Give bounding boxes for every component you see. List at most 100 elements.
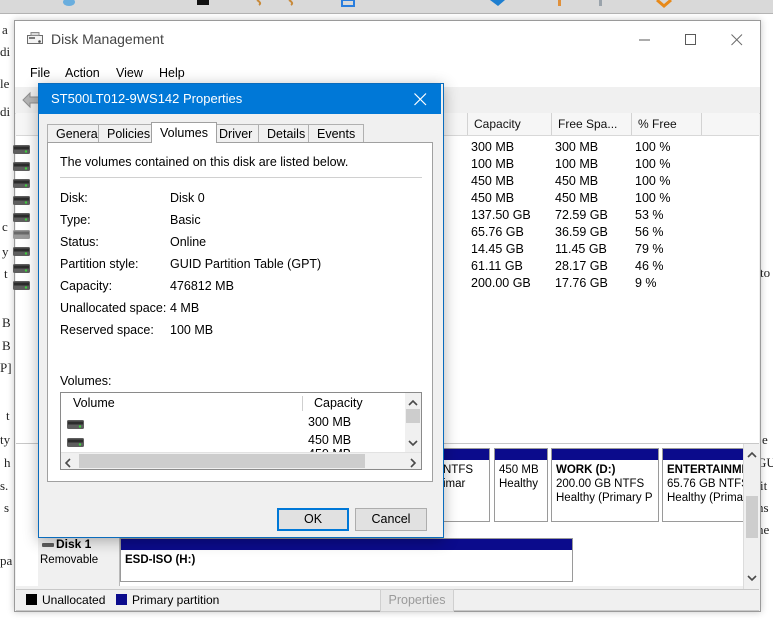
label-unallocated-space: Unallocated space: [60, 301, 167, 315]
properties-button[interactable]: Properties [380, 589, 454, 612]
partial-icon-1 [62, 0, 76, 11]
chevron-up-icon[interactable] [747, 448, 757, 462]
value-type: Basic [170, 213, 201, 227]
partition-1-line3: Healthy [499, 478, 538, 490]
partial-icon-2 [196, 0, 210, 11]
chevron-left-icon[interactable] [64, 457, 72, 471]
window-title: Disk Management [51, 31, 164, 47]
volume-icon [13, 160, 30, 171]
tab-events[interactable]: Events [308, 124, 365, 143]
vl-col-volume[interactable]: Volume [67, 393, 115, 413]
volume-icon [13, 262, 30, 273]
volume-icon [13, 177, 30, 188]
minimize-button[interactable] [622, 21, 668, 59]
cancel-button[interactable]: Cancel [355, 508, 427, 531]
chevron-right-icon[interactable] [409, 457, 417, 471]
volume-icon [67, 436, 84, 447]
browser-toolbar-strip [0, 0, 773, 14]
partial-icon-8 [597, 0, 611, 11]
disk-properties-dialog: ST500LT012-9WS142 Properties General Pol… [38, 83, 454, 612]
dialog-close-button[interactable] [401, 84, 441, 114]
disk-1-name: Disk 1 [56, 537, 92, 551]
chevron-down-icon[interactable] [408, 436, 418, 450]
partition-0-line2: NTFS [443, 464, 474, 476]
volume-icon [13, 228, 30, 239]
menu-action[interactable]: Action [58, 64, 107, 82]
chevron-down-icon[interactable] [747, 571, 757, 585]
col-blank[interactable] [702, 113, 759, 135]
title-bar[interactable]: Disk Management [15, 21, 760, 59]
partial-icon-3 [254, 0, 268, 11]
tab-driver[interactable]: Driver [210, 124, 262, 143]
divider [60, 177, 422, 178]
partition-bar [495, 449, 547, 460]
disk-1-info: Disk 1 Removable [38, 537, 120, 586]
ok-button[interactable]: OK [277, 508, 349, 531]
volume-icon [13, 143, 30, 154]
menu-file[interactable]: File [23, 64, 57, 82]
partition-1-line2: 450 MB [499, 464, 539, 476]
removable-disk-icon [42, 540, 54, 552]
partial-icon-5 [341, 0, 355, 11]
value-disk: Disk 0 [170, 191, 205, 205]
volumes-label: Volumes: [60, 374, 112, 388]
partition-esd-iso-name: ESD-ISO (H:) [125, 554, 196, 566]
tab-details[interactable]: Details [258, 124, 315, 143]
disk-1-partitions: ESD-ISO (H:) [120, 538, 690, 582]
volumes-listview-header: Volume Capacity [61, 393, 421, 413]
chevron-up-icon[interactable] [408, 396, 418, 410]
label-partition-style: Partition style: [60, 257, 139, 271]
disk-block-1[interactable]: Disk 1 Removable ESD-ISO (H:) [16, 537, 743, 586]
list-item[interactable]: 300 MB [61, 413, 405, 431]
legend-label-unallocated: Unallocated [42, 593, 106, 607]
disk-1-type: Removable [40, 554, 99, 566]
graphical-view-scrollbar[interactable] [743, 444, 760, 589]
close-button[interactable] [714, 21, 760, 59]
volume-icon [13, 194, 30, 205]
maximize-button[interactable] [668, 21, 714, 59]
volumes-listview[interactable]: Volume Capacity 300 MB 450 MB 450 MB [60, 392, 422, 470]
volumes-list-hscrollbar[interactable] [61, 452, 421, 469]
value-reserved-space: 100 MB [170, 323, 214, 337]
cell-free: 17.76 GB [555, 276, 608, 290]
menu-help[interactable]: Help [152, 64, 192, 82]
dialog-title-bar[interactable]: ST500LT012-9WS142 Properties [39, 84, 441, 114]
partition-0-line3: imar [443, 478, 466, 490]
volume-icon [13, 279, 30, 290]
volume-icon [13, 211, 30, 222]
col-capacity[interactable]: Capacity [468, 113, 552, 135]
label-reserved-space: Reserved space: [60, 323, 154, 337]
vl-col-capacity[interactable]: Capacity [308, 393, 363, 413]
volume-icon [13, 245, 30, 256]
col-free-space[interactable]: Free Spa... [552, 113, 632, 135]
value-status: Online [170, 235, 207, 249]
menu-view[interactable]: View [109, 64, 150, 82]
partition-2-name: WORK (D:) [556, 464, 616, 476]
scrollbar-thumb[interactable] [79, 454, 365, 468]
partition-2-line2: 200.00 GB NTFS [556, 478, 645, 490]
col-percent-free[interactable]: % Free [632, 113, 702, 135]
list-item-capacity: 300 MB [308, 415, 352, 429]
tab-volumes[interactable]: Volumes [151, 122, 217, 143]
dialog-title: ST500LT012-9WS142 Properties [51, 91, 243, 106]
intro-text: The volumes contained on this disk are l… [60, 155, 349, 169]
partition-0[interactable]: NTFS imar [438, 448, 490, 522]
scrollbar-thumb[interactable] [746, 496, 758, 538]
partition-2[interactable]: WORK (D:) 200.00 GB NTFS Healthy (Primar… [551, 448, 659, 522]
legend-swatch-unallocated [26, 594, 37, 605]
label-disk: Disk: [60, 191, 88, 205]
partition-bar [439, 449, 489, 460]
label-status: Status: [60, 235, 99, 249]
partition-esd-iso[interactable]: ESD-ISO (H:) [120, 538, 573, 582]
scrollbar-thumb[interactable] [406, 409, 420, 423]
tab-strip: General Policies Volumes Driver Details … [47, 122, 433, 143]
value-partition-style: GUID Partition Table (GPT) [170, 257, 322, 271]
partition-1[interactable]: 450 MB Healthy [494, 448, 548, 522]
partial-icon-9 [656, 0, 672, 11]
tab-policies[interactable]: Policies [98, 124, 160, 143]
list-item[interactable]: 450 MB [61, 431, 405, 449]
volumes-list-vscrollbar[interactable] [405, 393, 421, 453]
disk-management-icon [27, 32, 43, 46]
label-type: Type: [60, 213, 91, 227]
label-capacity: Capacity: [60, 279, 113, 293]
